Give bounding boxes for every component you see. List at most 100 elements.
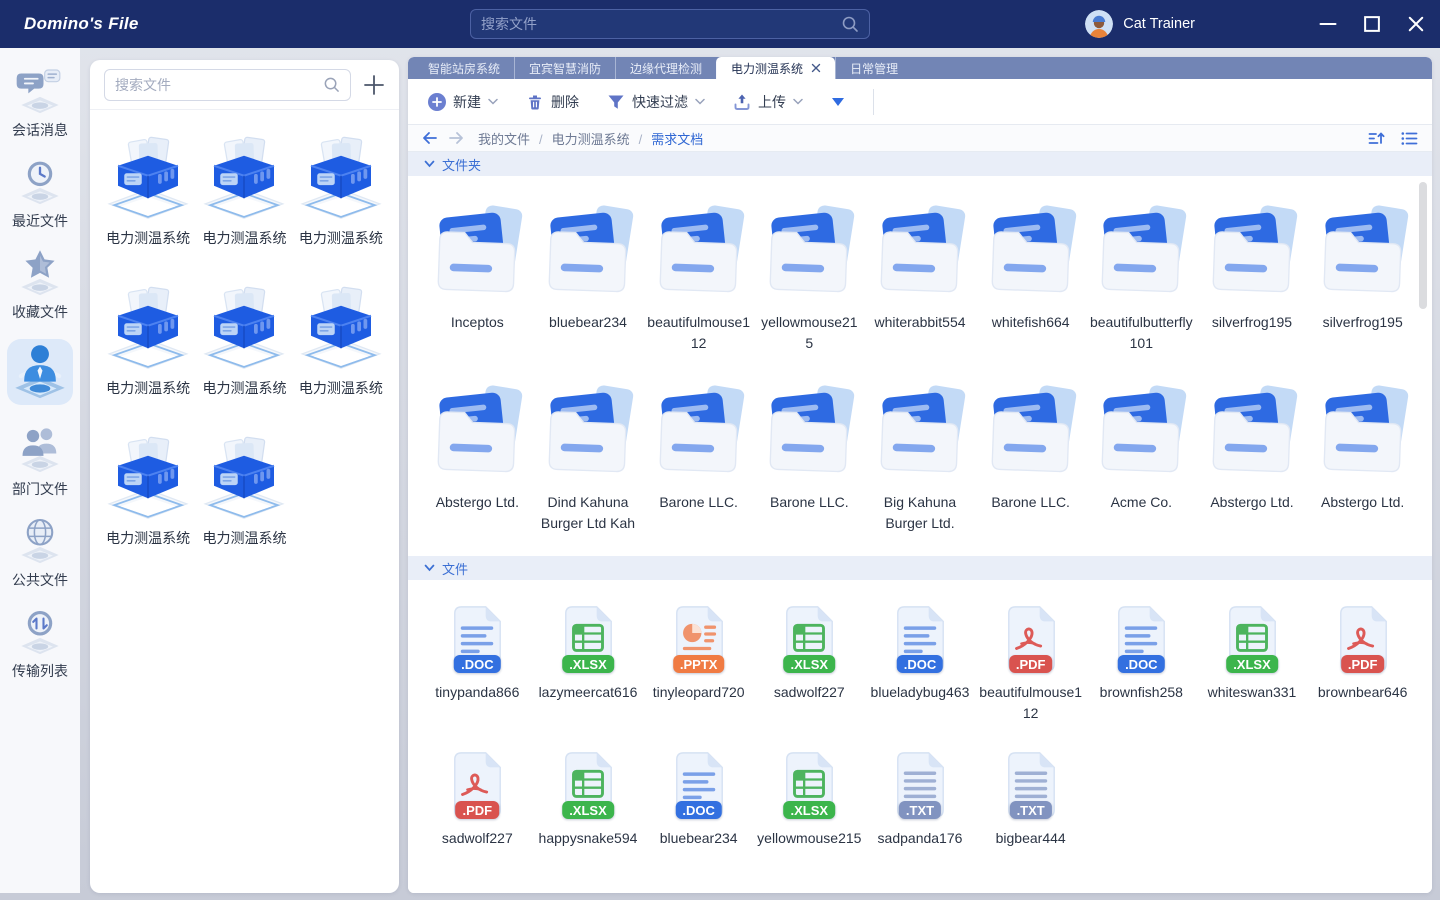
folder-item[interactable]: Barone LLC. [757,380,861,534]
file-item[interactable]: .PDF sadwolf227 [424,750,530,849]
file-name: tinyleopard720 [646,682,752,703]
list-view-icon[interactable] [1401,131,1418,146]
sidebar-item[interactable]: 最近文件 [0,149,80,240]
folder-item[interactable]: beautifulmouse112 [647,200,751,354]
project-item[interactable]: 电力测温系统 [199,432,289,548]
project-item[interactable]: 电力测温系统 [199,132,289,248]
tab[interactable]: 宜宾智慧消防 [514,57,615,79]
sidebar-item[interactable]: 部门文件 [0,417,80,508]
file-item[interactable]: .XLSX sadwolf227 [756,604,862,724]
tab[interactable]: 边缘代理检测 [615,57,716,79]
file-item[interactable]: .PDF beautifulmouse112 [978,604,1084,724]
file-item[interactable]: .DOC blueladybug463 [867,604,973,724]
folder-item[interactable]: whitefish664 [979,200,1083,354]
forward-arrow-icon[interactable] [448,131,464,145]
project-item[interactable]: 电力测温系统 [296,132,386,248]
file-item[interactable]: .TXT bigbear444 [978,750,1084,849]
folders-section-header[interactable]: 文件夹 [408,152,1432,176]
sidebar-item-label: 最近文件 [12,211,68,231]
sidebar-item[interactable]: 收藏文件 [0,240,80,331]
main-panel: 智能站房系统 宜宾智慧消防 边缘代理检测 电力测温系统 [408,57,1432,893]
folder-name: Abstergo Ltd. [1311,492,1415,513]
back-arrow-icon[interactable] [422,131,438,145]
minimize-button[interactable] [1318,14,1338,34]
toolbar: 新建 删除 快速过滤 上传 [408,79,1432,125]
breadcrumb-item[interactable]: 电力测温系统 [530,129,630,148]
folder-item[interactable]: Inceptos [425,200,529,354]
folder-item[interactable]: Acme Co. [1089,380,1193,534]
file-item[interactable]: .DOC bluebear234 [646,750,752,849]
file-item[interactable]: .PPTX tinyleopard720 [646,604,752,724]
scrollbar-thumb[interactable] [1419,182,1427,309]
folder-item[interactable]: Abstergo Ltd. [1311,380,1415,534]
folder-name: whiterabbit554 [868,312,972,333]
chat-icon [12,63,68,119]
sidebar-item-label: 部门文件 [12,479,68,499]
project-item[interactable]: 电力测温系统 [296,282,386,398]
global-search[interactable] [470,9,870,39]
folder-item[interactable]: Dind Kahuna Burger Ltd Kah [536,380,640,534]
global-search-input[interactable] [481,16,841,32]
folder-item[interactable]: silverfrog195 [1200,200,1304,354]
tab[interactable]: 智能站房系统 [414,57,514,79]
more-actions-caret[interactable] [831,96,845,108]
sidebar-item[interactable] [0,331,80,417]
folder-item[interactable]: whiterabbit554 [868,200,972,354]
file-item[interactable]: .XLSX whiteswan331 [1199,604,1305,724]
quick-filter-button[interactable]: 快速过滤 [607,92,705,112]
upload-button[interactable]: 上传 [733,92,803,112]
file-item[interactable]: .TXT sadpanda176 [867,750,973,849]
sort-ascending-icon[interactable] [1368,131,1385,146]
close-button[interactable] [1406,14,1426,34]
file-item[interactable]: .PDF brownbear646 [1310,604,1416,724]
file-item[interactable]: .DOC tinypanda866 [424,604,530,724]
file-item[interactable]: .DOC brownfish258 [1088,604,1194,724]
folder-name: Barone LLC. [647,492,751,513]
folder-icon [425,380,529,484]
file-item[interactable]: .XLSX yellowmouse215 [756,750,862,849]
file-item[interactable]: .XLSX happysnake594 [535,750,641,849]
folder-name: Abstergo Ltd. [1200,492,1304,513]
file-item[interactable]: .XLSX lazymeercat616 [535,604,641,724]
project-item[interactable]: 电力测温系统 [103,132,193,248]
file-name: sadwolf227 [424,828,530,849]
folder-item[interactable]: Barone LLC. [979,380,1083,534]
folder-name: Acme Co. [1089,492,1193,513]
sidebar-item[interactable]: 会话消息 [0,58,80,149]
tab-bar: 智能站房系统 宜宾智慧消防 边缘代理检测 电力测温系统 [408,57,1432,79]
folder-item[interactable]: Barone LLC. [647,380,751,534]
tab[interactable]: 电力测温系统 [716,57,835,79]
project-item[interactable]: 电力测温系统 [103,432,193,548]
folder-item[interactable]: silverfrog195 [1311,200,1415,354]
tab[interactable]: 日常管理 [835,57,912,79]
app-title: Domino's File [24,14,139,34]
folder-item[interactable]: Abstergo Ltd. [425,380,529,534]
folder-item[interactable]: beautifulbutterfly101 [1089,200,1193,354]
file-type-badge: .PDF [1009,655,1053,673]
tab-label: 宜宾智慧消防 [529,60,601,77]
sidebar-item[interactable]: 传输列表 [0,599,80,690]
add-project-button[interactable] [361,72,387,98]
file-name: blueladybug463 [867,682,973,703]
project-item[interactable]: 电力测温系统 [199,282,289,398]
breadcrumb-item[interactable]: 我的文件 [478,129,530,148]
maximize-button[interactable] [1362,14,1382,34]
project-item[interactable]: 电力测温系统 [103,282,193,398]
folder-item[interactable]: bluebear234 [536,200,640,354]
sidebar-item[interactable]: 公共文件 [0,508,80,599]
project-name: 电力测温系统 [106,378,190,398]
project-name: 电力测温系统 [106,528,190,548]
breadcrumb-item[interactable]: 需求文档 [630,129,704,148]
folder-item[interactable]: Abstergo Ltd. [1200,380,1304,534]
user-area[interactable]: Cat Trainer [1085,0,1195,48]
avatar[interactable] [1085,10,1113,38]
project-search[interactable] [104,69,351,101]
project-search-input[interactable] [115,77,323,93]
folder-item[interactable]: Big Kahuna Burger Ltd. [868,380,972,534]
tab-close-icon[interactable] [811,63,821,73]
folder-item[interactable]: yellowmouse215 [757,200,861,354]
files-section-header[interactable]: 文件 [408,556,1432,580]
file-type-badge: .DOC [897,655,944,673]
delete-button[interactable]: 删除 [526,92,579,112]
new-button[interactable]: 新建 [428,92,498,112]
